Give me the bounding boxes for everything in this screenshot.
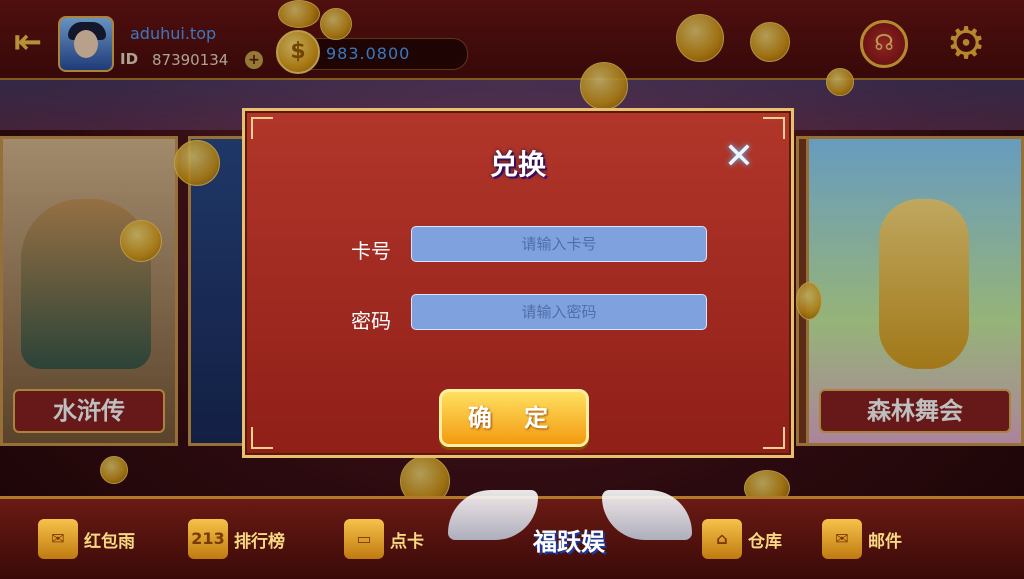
dialog-title: 兑换 [489, 148, 546, 181]
password-input[interactable] [411, 294, 707, 330]
nav-item-red-envelope[interactable]: ✉ 红包雨 [38, 516, 135, 562]
nav-item-label: 仓库 [748, 531, 782, 552]
nav-item-label: 邮件 [868, 531, 902, 552]
warehouse-icon: ⌂ [702, 519, 742, 559]
confirm-button[interactable]: 确 定 [439, 389, 589, 447]
dialog-corner-ornament [763, 117, 785, 139]
red-envelope-icon: ✉ [38, 519, 78, 559]
nav-item-mail[interactable]: ✉ 邮件 [822, 516, 902, 562]
mail-icon: ✉ [822, 519, 862, 559]
card-number-label: 卡号 [351, 239, 391, 263]
card-icon: ▭ [344, 519, 384, 559]
nav-item-label: 红包雨 [84, 531, 135, 552]
leaderboard-icon: 213 [188, 519, 228, 559]
dialog-corner-ornament [251, 427, 273, 449]
nav-item-warehouse[interactable]: ⌂ 仓库 [702, 516, 782, 562]
logo-text: 福跃娱 [533, 528, 605, 556]
nav-item-label: 排行榜 [234, 531, 285, 552]
password-label: 密码 [351, 309, 391, 333]
dialog-corner-ornament [763, 427, 785, 449]
nav-item-leaderboard[interactable]: 213 排行榜 [188, 516, 285, 562]
card-number-input[interactable] [411, 226, 707, 262]
redeem-dialog: 兑换 ✕ 卡号 密码 确 定 [242, 108, 794, 458]
dialog-corner-ornament [251, 117, 273, 139]
nav-item-point-card[interactable]: ▭ 点卡 [344, 516, 424, 562]
nav-item-label: 点卡 [390, 531, 424, 552]
close-icon[interactable]: ✕ [721, 139, 757, 175]
center-logo[interactable]: 福跃娱 [448, 478, 692, 576]
